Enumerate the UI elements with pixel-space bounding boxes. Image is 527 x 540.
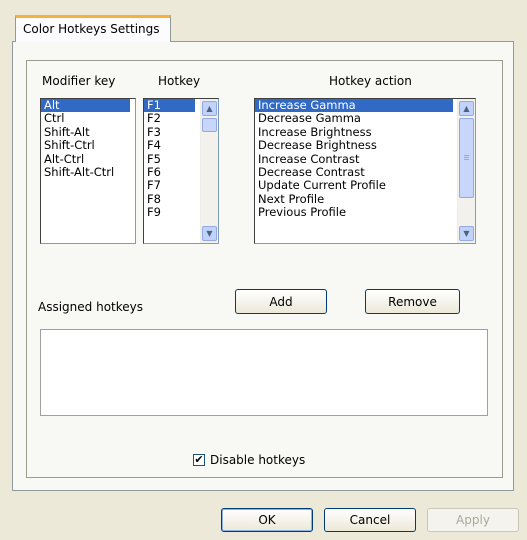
scroll-up-icon[interactable]: ▲: [202, 101, 217, 116]
modifier-key-item[interactable]: Alt: [41, 99, 130, 113]
remove-button[interactable]: Remove: [365, 289, 460, 314]
hotkey-scrollbar[interactable]: ▲ ▼: [200, 99, 218, 243]
ok-button[interactable]: OK: [221, 508, 313, 532]
modifier-key-header: Modifier key: [42, 74, 116, 88]
hotkey-action-item[interactable]: Decrease Gamma: [255, 111, 475, 125]
hotkey-action-header: Hotkey action: [329, 74, 412, 88]
modifier-key-item[interactable]: Shift-Ctrl: [41, 138, 135, 152]
hotkey-action-item[interactable]: Increase Brightness: [255, 125, 475, 139]
modifier-key-list[interactable]: Alt Ctrl Shift-Alt Shift-Ctrl Alt-Ctrl Shift-…: [40, 98, 136, 244]
hotkey-action-item[interactable]: Update Current Profile: [255, 178, 475, 192]
hotkey-action-item[interactable]: Increase Gamma: [255, 99, 453, 113]
modifier-key-item[interactable]: Ctrl: [41, 111, 135, 125]
hotkey-item[interactable]: F1: [144, 99, 195, 113]
hotkey-header: Hotkey: [158, 74, 201, 88]
hotkey-action-list[interactable]: Increase Gamma Decrease Gamma Increase Bri…: [254, 98, 476, 244]
hotkey-action-item[interactable]: Previous Profile: [255, 205, 475, 219]
hotkey-list[interactable]: F1 F2 F3 F4 F5 F6 F7 F8 F9 ▲ ▼: [143, 98, 219, 244]
disable-hotkeys-checkbox[interactable]: ✔: [193, 454, 205, 466]
tab-label: Color Hotkeys Settings: [23, 22, 160, 36]
assigned-hotkeys-list[interactable]: [40, 329, 488, 416]
hotkey-action-item[interactable]: Decrease Contrast: [255, 165, 475, 179]
hotkey-action-item[interactable]: Decrease Brightness: [255, 138, 475, 152]
scroll-thumb[interactable]: [459, 118, 474, 198]
cancel-button[interactable]: Cancel: [324, 508, 416, 532]
disable-hotkeys-label: Disable hotkeys: [210, 453, 306, 467]
tab-color-hotkeys-settings[interactable]: Color Hotkeys Settings: [15, 15, 171, 42]
scroll-down-icon[interactable]: ▼: [459, 226, 474, 241]
action-scrollbar[interactable]: ▲ ▼: [457, 99, 475, 243]
scroll-thumb[interactable]: [202, 118, 217, 132]
hotkey-action-item[interactable]: Next Profile: [255, 192, 475, 206]
modifier-key-item[interactable]: Shift-Alt: [41, 125, 135, 139]
add-button[interactable]: Add: [235, 289, 327, 314]
assigned-hotkeys-label: Assigned hotkeys: [38, 300, 143, 314]
hotkey-action-item[interactable]: Increase Contrast: [255, 152, 475, 166]
modifier-key-item[interactable]: Alt-Ctrl: [41, 152, 135, 166]
apply-button[interactable]: Apply: [427, 508, 519, 532]
scroll-down-icon[interactable]: ▼: [202, 226, 217, 241]
scroll-up-icon[interactable]: ▲: [459, 101, 474, 116]
modifier-key-item[interactable]: Shift-Alt-Ctrl: [41, 165, 135, 179]
